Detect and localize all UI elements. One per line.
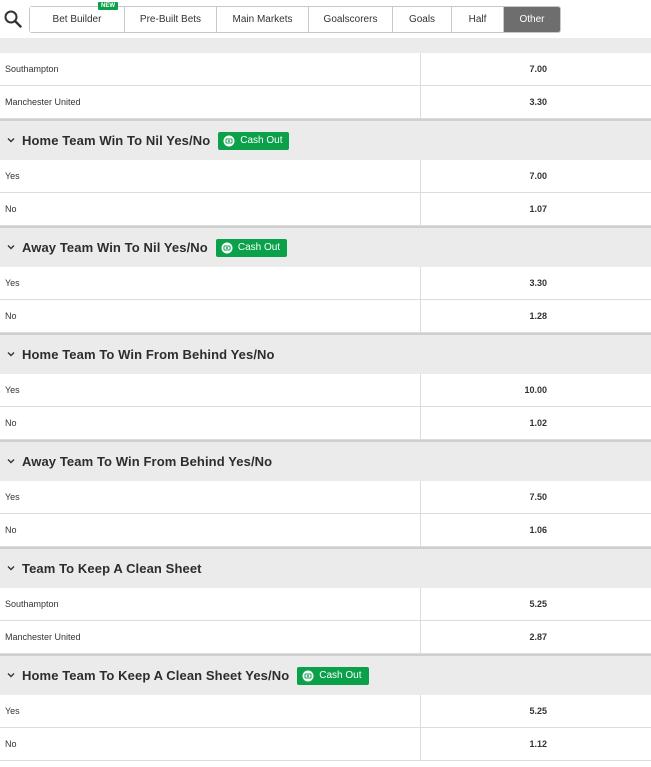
selection-label: Yes [0,481,421,513]
odds-button[interactable]: 1.02 [421,407,651,439]
odds-button[interactable]: 7.00 [421,53,651,85]
odds-button[interactable]: 3.30 [421,267,651,299]
chevron-down-icon[interactable] [6,346,22,364]
odds-button[interactable]: 1.07 [421,193,651,225]
selection-row: Yes 7.00 [0,160,651,193]
cash-out-button[interactable]: Cash Out [297,666,369,685]
odds-button[interactable]: 1.12 [421,728,651,760]
tab-label: Goals [408,14,436,25]
selection-row: Manchester United 3.30 [0,86,651,119]
odds-button[interactable]: 3.30 [421,86,651,118]
selection-label: No [0,514,421,546]
selection-label: No [0,407,421,439]
chevron-down-icon[interactable] [6,453,22,471]
odds-button[interactable]: 5.25 [421,695,651,727]
cash-out-label: Cash Out [240,134,283,146]
selection-label: Southampton [0,588,421,620]
chevron-down-icon[interactable] [6,132,22,150]
market-title: Home Team Win To Nil Yes/No [22,133,211,148]
market-title: Away Team To Win From Behind Yes/No [22,454,273,469]
selection-row: Yes 7.50 [0,481,651,514]
market-title: Home Team To Win From Behind Yes/No [22,347,275,362]
selection-row: Southampton 5.25 [0,588,651,621]
cash-out-button[interactable]: Cash Out [218,131,290,150]
tab-pre-built-bets[interactable]: Pre-Built Bets [125,7,217,32]
selection-row: No 1.12 [0,728,651,761]
tab-bet-builder[interactable]: Bet Builder NEW [30,2,125,32]
odds-button[interactable]: 5.25 [421,588,651,620]
tab-label: Other [519,14,545,25]
chevron-down-icon[interactable] [6,560,22,578]
market-header[interactable]: Home Team Win To Nil Yes/No Cash Out [0,119,651,160]
market-header[interactable]: Home Team To Win From Behind Yes/No [0,333,651,374]
tab-label: Bet Builder [52,14,102,25]
odds-button[interactable]: 7.00 [421,160,651,192]
selection-row: No 1.28 [0,300,651,333]
cashout-icon [223,135,235,146]
market-header[interactable]: Team To Keep A Clean Sheet [0,547,651,588]
selection-row: Southampton 7.00 [0,53,651,86]
selection-label: Southampton [0,53,421,85]
market-header[interactable]: Away Team Win To Nil Yes/No Cash Out [0,226,651,267]
selection-row: Yes 5.25 [0,695,651,728]
chevron-down-icon[interactable] [6,667,22,685]
tab-label: Pre-Built Bets [139,14,202,25]
selection-row: Manchester United 2.87 [0,621,651,654]
odds-button[interactable]: 1.28 [421,300,651,332]
selection-label: Manchester United [0,86,421,118]
odds-button[interactable]: 2.87 [421,621,651,653]
tab-label: Goalscorers [323,14,378,25]
tab-main-markets[interactable]: Main Markets [217,7,309,32]
market-title: Team To Keep A Clean Sheet [22,561,202,576]
market-tabs: Bet Builder NEW Pre-Built Bets Main Markets… [29,2,561,33]
selection-label: Yes [0,695,421,727]
tab-goals[interactable]: Goals [393,7,452,32]
odds-button[interactable]: 7.50 [421,481,651,513]
cashout-icon [302,670,314,681]
cash-out-button[interactable]: Cash Out [215,238,288,257]
selection-label: No [0,300,421,332]
tab-goalscorers[interactable]: Goalscorers [309,7,393,32]
tab-label: Half [468,14,487,25]
market-header[interactable]: Home Team To Keep A Clean Sheet Yes/No Ca… [0,654,651,695]
selection-label: No [0,193,421,225]
odds-button[interactable]: 1.06 [421,514,651,546]
selection-label: Manchester United [0,621,421,653]
chevron-down-icon[interactable] [6,239,22,257]
search-icon[interactable] [4,10,22,28]
top-bar: Bet Builder NEW Pre-Built Bets Main Markets… [0,0,651,38]
selection-label: Yes [0,374,421,406]
market-list: Southampton 7.00 Manchester United 3.30 Home… [0,38,651,761]
market-title: Away Team Win To Nil Yes/No [22,240,208,255]
selection-row: No 1.02 [0,407,651,440]
selection-label: No [0,728,421,760]
selection-row: No 1.06 [0,514,651,547]
selection-label: Yes [0,160,421,192]
new-badge: NEW [98,2,118,10]
market-title: Home Team To Keep A Clean Sheet Yes/No [22,668,290,683]
tab-other[interactable]: Other [504,7,560,32]
market-header[interactable]: Away Team To Win From Behind Yes/No [0,440,651,481]
cash-out-label: Cash Out [319,669,362,681]
odds-button[interactable]: 10.00 [421,374,651,406]
tab-half[interactable]: Half [452,7,504,32]
tab-label: Main Markets [232,14,293,25]
cash-out-label: Cash Out [237,241,281,253]
selection-row: No 1.07 [0,193,651,226]
cashout-icon [221,242,233,253]
selection-row: Yes 10.00 [0,374,651,407]
selection-label: Yes [0,267,421,299]
section-spacer [0,38,651,53]
selection-row: Yes 3.30 [0,267,651,300]
